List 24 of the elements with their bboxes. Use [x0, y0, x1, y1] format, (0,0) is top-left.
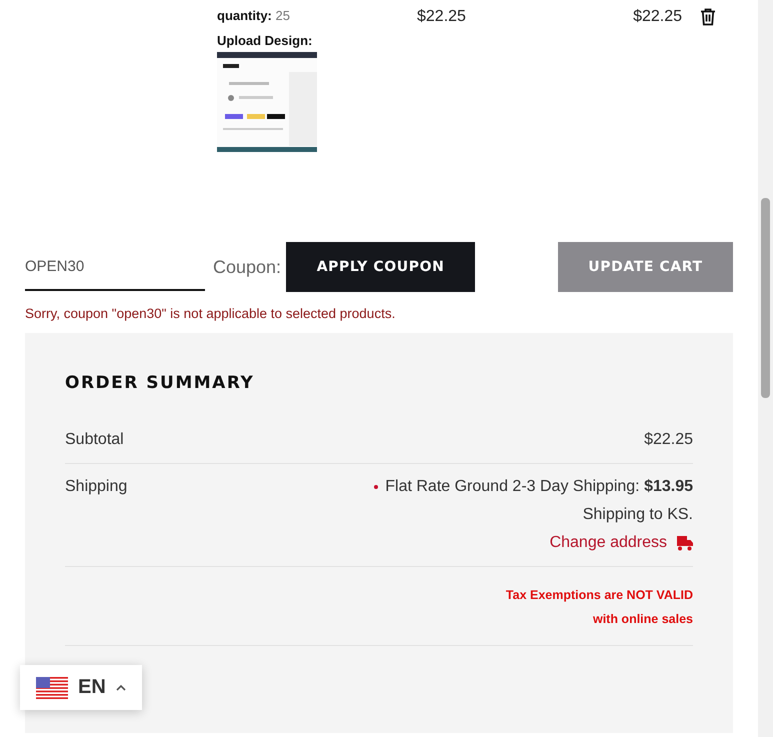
upload-design-label: Upload Design: — [217, 33, 314, 48]
coupon-label: Coupon: — [213, 256, 282, 278]
flag-icon — [36, 676, 68, 698]
summary-label: Subtotal — [65, 431, 124, 449]
change-address-link[interactable]: Change address — [550, 534, 693, 552]
apply-coupon-button[interactable]: APPLY COUPON — [286, 242, 476, 292]
truck-icon — [677, 536, 693, 550]
bullet-icon — [374, 485, 378, 489]
trash-icon[interactable] — [700, 8, 716, 26]
tax-notice: with online sales — [592, 611, 693, 628]
line-total: $22.25 — [632, 8, 682, 27]
shipping-method: Flat Rate Ground 2-3 Day Shipping: $13.95 — [385, 478, 693, 496]
caret-up-icon — [116, 684, 126, 691]
summary-value: $22.25 — [644, 431, 693, 449]
coupon-field[interactable]: OPEN30 — [25, 243, 205, 291]
shipping-destination: Shipping to KS. — [582, 506, 693, 524]
coupon-error-message: Sorry, coupon "open30" is not applicable to selected products. — [25, 306, 396, 321]
unit-price: $22.25 — [417, 8, 467, 27]
quantity-label: quantity: 25 — [217, 8, 291, 23]
scrollbar-thumb[interactable] — [761, 198, 770, 398]
language-switcher[interactable]: EN — [20, 665, 142, 710]
order-summary-title: ORDER SUMMARY — [65, 373, 256, 393]
tax-notice: Tax Exemptions are NOT VALID — [506, 587, 693, 604]
summary-label: Shipping — [65, 478, 128, 497]
